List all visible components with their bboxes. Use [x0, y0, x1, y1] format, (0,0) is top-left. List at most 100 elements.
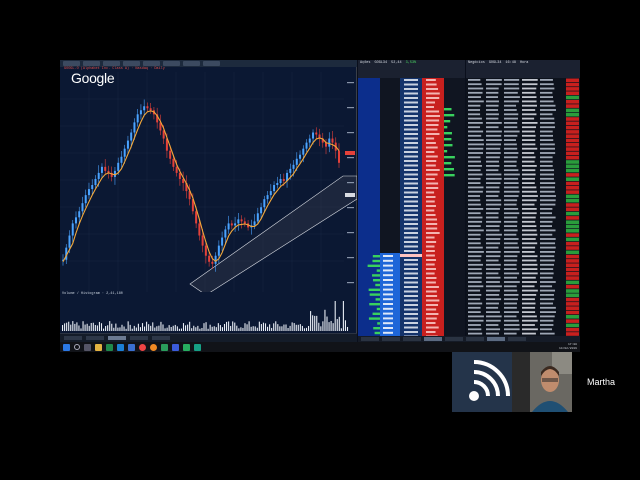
panel-tab[interactable]	[361, 337, 379, 341]
candle-body	[253, 221, 256, 226]
panel-tab-active[interactable]	[487, 337, 505, 341]
toolbar-button[interactable]	[143, 61, 160, 66]
volume-bar	[250, 326, 252, 331]
volume-bar	[158, 325, 160, 331]
panel-tab[interactable]	[508, 337, 526, 341]
volume-bar	[154, 327, 156, 331]
book-price-text	[404, 173, 418, 176]
chart-tab[interactable]	[64, 336, 82, 340]
trade-cell	[540, 328, 553, 331]
trade-cell	[486, 190, 500, 193]
trade-cell	[486, 263, 501, 266]
panel-tab-active[interactable]	[424, 337, 442, 341]
volume-bar	[84, 324, 86, 331]
trade-side-cell	[566, 87, 579, 91]
platform-icon[interactable]	[194, 343, 201, 351]
trade-cell	[504, 122, 518, 124]
panel-tab[interactable]	[403, 337, 421, 341]
trade-side-cell	[566, 177, 579, 181]
toolbar-button[interactable]	[83, 61, 100, 66]
volume-chart[interactable]	[60, 295, 357, 333]
chart-tab[interactable]	[86, 336, 104, 340]
book-price-text	[404, 151, 418, 153]
trade-cell	[486, 177, 502, 180]
trade-cell	[522, 285, 535, 288]
file-explorer-icon[interactable]	[95, 343, 102, 351]
reference-price-tag	[345, 193, 355, 197]
toolbar-button[interactable]	[203, 61, 220, 66]
store-icon[interactable]	[128, 343, 135, 351]
panel-tab[interactable]	[466, 337, 484, 341]
volume-bar	[156, 326, 158, 331]
windows-taskbar: 17:00 14/02/2019	[60, 342, 580, 352]
taskbar-clock[interactable]: 17:00 14/02/2019	[559, 343, 577, 351]
trade-side-cell	[566, 194, 579, 199]
price-chart[interactable]	[60, 72, 357, 292]
trade-cell	[522, 298, 535, 301]
book-bid-volume	[372, 279, 380, 282]
trade-cell	[540, 113, 553, 116]
task-view-icon[interactable]	[84, 343, 91, 351]
trade-side-cell	[566, 289, 579, 293]
order-book-ladder[interactable]	[358, 78, 465, 342]
candle-body	[175, 166, 178, 173]
trade-cell	[486, 242, 501, 245]
trade-cell	[522, 272, 538, 275]
chrome-icon[interactable]	[139, 343, 146, 351]
app-icon[interactable]	[172, 343, 179, 351]
book-size-text	[426, 277, 437, 279]
panel-tab[interactable]	[382, 337, 400, 341]
firefox-icon[interactable]	[150, 343, 157, 351]
platform-icon[interactable]	[183, 343, 190, 351]
book-size-text	[426, 295, 438, 297]
trade-side-cell	[566, 229, 579, 233]
trade-cell	[540, 100, 554, 103]
webcam-video	[512, 352, 572, 412]
trade-side-cell	[566, 302, 579, 306]
trade-side-cell	[566, 112, 579, 117]
book-size-text	[426, 241, 437, 243]
order-book-symbol[interactable]: GOGL34	[375, 61, 388, 65]
trade-cell	[468, 238, 481, 240]
candle-body	[149, 108, 152, 111]
times-sales-symbol[interactable]: GOGL34	[489, 61, 502, 65]
volume-bar	[254, 326, 256, 331]
toolbar-button[interactable]	[123, 61, 140, 66]
toolbar-button[interactable]	[63, 61, 80, 66]
windows-start-icon[interactable]	[63, 343, 70, 351]
chart-tab[interactable]	[152, 336, 170, 340]
candle-body	[234, 223, 237, 226]
volume-bar	[74, 323, 76, 331]
book-bid-text	[383, 298, 393, 301]
trade-cell	[540, 311, 556, 313]
toolbar-button[interactable]	[103, 61, 120, 66]
trade-cell	[522, 328, 538, 331]
candle-body	[237, 219, 240, 224]
order-book-header: Ações GOGL34 52,44 3,53%	[358, 60, 465, 78]
chart-tab[interactable]	[130, 336, 148, 340]
excel-icon[interactable]	[106, 343, 113, 351]
trade-cell	[540, 324, 554, 326]
candle-body	[240, 219, 243, 222]
edge-icon[interactable]	[117, 343, 124, 351]
app-icon[interactable]	[161, 343, 168, 351]
chart-tab-active[interactable]	[108, 336, 126, 340]
book-price-text	[404, 259, 418, 261]
volume-bar	[76, 322, 78, 331]
volume-bar	[246, 324, 248, 331]
trade-cell	[468, 229, 484, 232]
toolbar-button[interactable]	[163, 61, 180, 66]
trade-cell	[540, 104, 556, 107]
search-icon[interactable]	[74, 344, 80, 350]
book-size-text	[426, 286, 439, 288]
volume-bar	[133, 325, 135, 331]
trade-side-cell	[566, 327, 579, 332]
trade-cell	[540, 251, 556, 253]
times-and-sales-table[interactable]	[466, 78, 580, 342]
toolbar-button[interactable]	[183, 61, 200, 66]
trade-cell	[522, 113, 537, 116]
candle-body	[302, 148, 305, 155]
trade-cell	[504, 87, 520, 90]
panel-tab[interactable]	[445, 337, 463, 341]
trade-cell	[468, 233, 481, 236]
